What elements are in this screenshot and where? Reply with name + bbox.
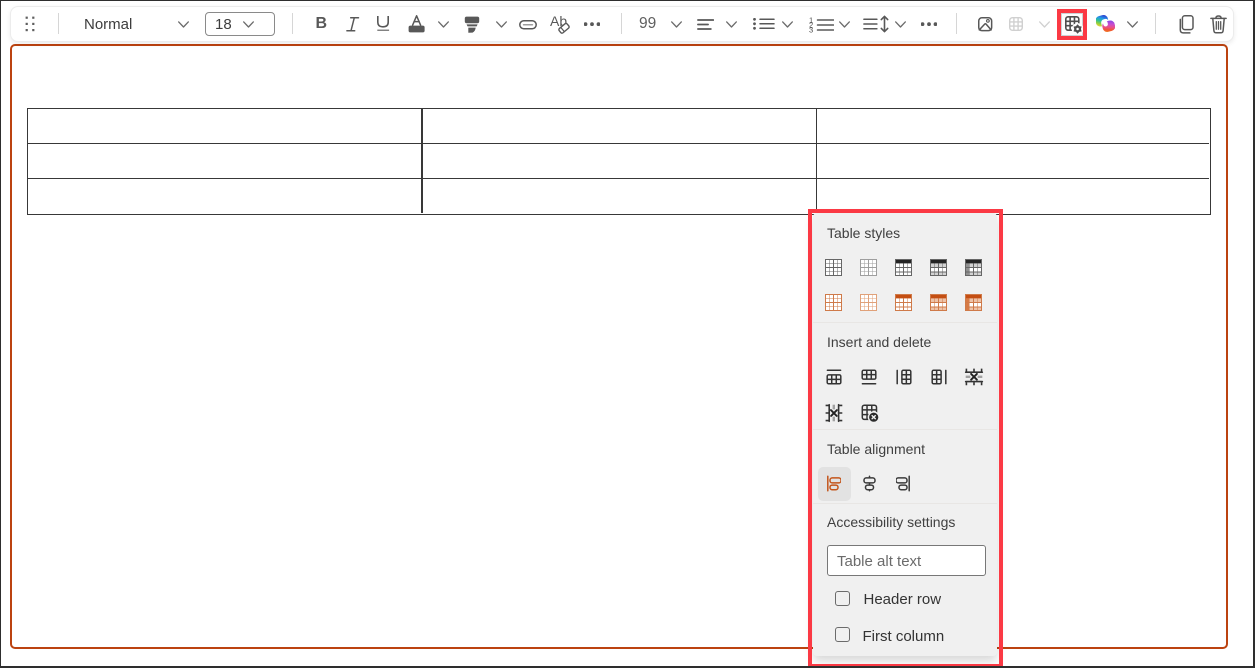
svg-text:3: 3 [809, 25, 813, 34]
